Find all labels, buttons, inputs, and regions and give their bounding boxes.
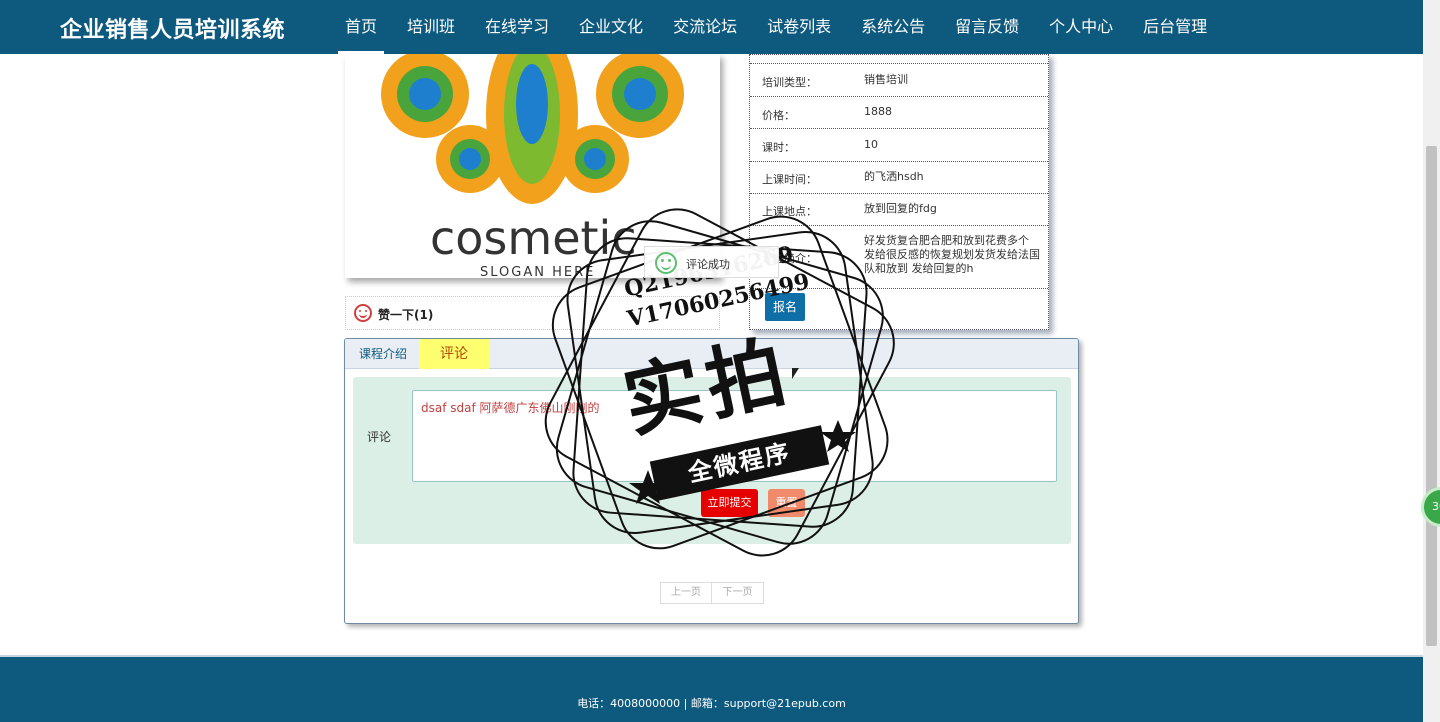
info-row-description: 课程简介： 好发货复合肥合肥和放到花费多个 发给很反感的恢复规划发货发给法国队和… (750, 226, 1048, 289)
mouse-cursor-icon (792, 368, 799, 379)
info-label: 培训类型： (762, 76, 817, 89)
footer-contact: 电话：4008000000 | 邮箱：support@21epub.com (577, 697, 846, 710)
logo-slogan: SLOGAN HERE (480, 265, 595, 278)
main-nav: 首页 培训班 在线学习 企业文化 交流论坛 试卷列表 系统公告 留言反馈 个人中… (330, 0, 1222, 54)
nav-profile[interactable]: 个人中心 (1034, 0, 1128, 54)
pagination: 上一页 下一页 (660, 582, 764, 604)
info-row-top (750, 55, 1048, 64)
smile-icon[interactable] (354, 304, 372, 322)
site-title: 企业销售人员培训系统 (60, 18, 286, 43)
course-info-table: 培训类型： 销售培训 价格： 1888 课时： 10 上课时间： 的飞洒hsdh… (749, 54, 1049, 330)
info-label: 上课地点： (762, 205, 817, 218)
nav-announcements[interactable]: 系统公告 (846, 0, 940, 54)
nav-training-class[interactable]: 培训班 (392, 0, 470, 54)
nav-forum[interactable]: 交流论坛 (658, 0, 752, 54)
info-value: 1888 (864, 105, 892, 118)
peacock-logo-icon: cosmetic SLOGAN HERE (381, 54, 684, 278)
smile-success-icon (655, 252, 677, 274)
like-bar: 赞一下(1) (345, 296, 720, 330)
nav-feedback[interactable]: 留言反馈 (940, 0, 1034, 54)
reset-button[interactable]: 重置 (768, 489, 805, 517)
info-row-type: 培训类型： 销售培训 (750, 64, 1048, 97)
page-scrollbar[interactable] (1423, 0, 1440, 722)
scroll-thumb[interactable] (1426, 146, 1437, 646)
next-page-button[interactable]: 下一页 (712, 582, 764, 604)
course-tab-panel: 课程介绍 评论 评论 dsaf sdaf 阿萨德广东佛山刚刚的 立即提交 重置 … (344, 338, 1079, 624)
info-value: 销售培训 (864, 73, 908, 86)
course-image: cosmetic SLOGAN HERE (345, 54, 720, 278)
tab-comment[interactable]: 评论 (419, 339, 489, 369)
submit-button[interactable]: 立即提交 (701, 489, 758, 517)
info-value: 好发货复合肥合肥和放到花费多个 发给很反感的恢复规划发货发给法国队和放到 发给回… (864, 234, 1040, 275)
signup-button[interactable]: 报名 (765, 293, 805, 321)
tab-course-intro[interactable]: 课程介绍 (345, 339, 421, 369)
comment-textarea[interactable]: dsaf sdaf 阿萨德广东佛山刚刚的 (412, 390, 1057, 482)
footer: 电话：4008000000 | 邮箱：support@21epub.com (0, 655, 1423, 722)
nav-online-learning[interactable]: 在线学习 (470, 0, 564, 54)
nav-exams[interactable]: 试卷列表 (752, 0, 846, 54)
comment-label: 评论 (367, 430, 392, 444)
info-label: 价格： (762, 109, 795, 122)
comment-form: 评论 dsaf sdaf 阿萨德广东佛山刚刚的 立即提交 重置 (353, 377, 1071, 544)
toast-text: 评论成功 (686, 258, 730, 271)
logo-text: cosmetic (430, 211, 637, 265)
prev-page-button[interactable]: 上一页 (660, 582, 712, 604)
like-button[interactable]: 赞一下(1) (378, 306, 433, 323)
info-row-location: 上课地点： 放到回复的fdg (750, 194, 1048, 226)
info-row-time: 上课时间： 的飞洒hsdh (750, 162, 1048, 194)
nav-home[interactable]: 首页 (330, 0, 392, 54)
nav-culture[interactable]: 企业文化 (564, 0, 658, 54)
info-value: 10 (864, 138, 878, 151)
tab-bar: 课程介绍 评论 (345, 339, 1078, 369)
info-value: 的飞洒hsdh (864, 170, 924, 183)
toast-message: 评论成功 (644, 246, 779, 278)
info-label: 课时： (762, 141, 795, 154)
top-navbar: 企业销售人员培训系统 首页 培训班 在线学习 企业文化 交流论坛 试卷列表 系统… (0, 0, 1423, 54)
info-label: 上课时间： (762, 173, 817, 186)
info-row-hours: 课时： 10 (750, 129, 1048, 162)
nav-admin[interactable]: 后台管理 (1128, 0, 1222, 54)
info-row-price: 价格： 1888 (750, 97, 1048, 129)
info-value: 放到回复的fdg (864, 202, 937, 215)
